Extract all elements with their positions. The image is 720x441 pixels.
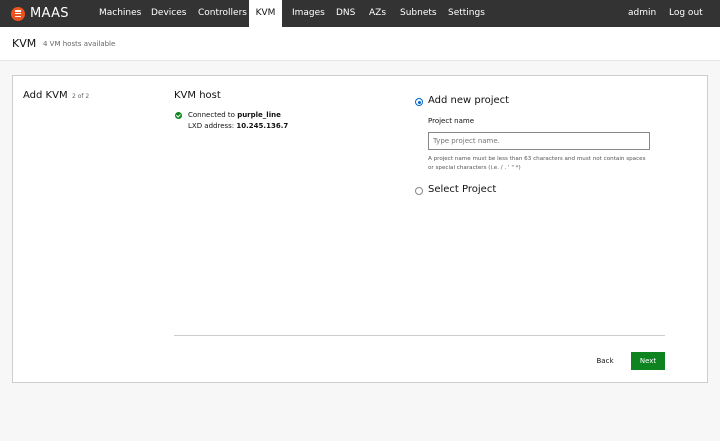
kvm-host-title: KVM host <box>174 90 221 101</box>
connected-host-name: purple_line <box>237 111 281 119</box>
lxd-address-label: LXD address: <box>188 122 235 130</box>
connection-status: Connected to purple_line <box>188 111 281 119</box>
back-button[interactable]: Back <box>591 353 619 369</box>
page-title: KVM <box>12 37 37 50</box>
lxd-address-value: 10.245.136.7 <box>236 122 289 130</box>
connected-prefix: Connected to <box>188 111 235 119</box>
page-header: KVM 4 VM hosts available <box>0 27 720 61</box>
nav-user-admin[interactable]: admin <box>621 0 663 27</box>
nav-logout[interactable]: Log out <box>662 0 710 27</box>
nav-settings[interactable]: Settings <box>441 0 492 27</box>
lxd-address: LXD address: 10.245.136.7 <box>188 122 288 130</box>
select-project-label[interactable]: Select Project <box>428 184 496 195</box>
card-title: Add KVM <box>23 90 68 101</box>
maas-logo[interactable]: MAAS <box>11 6 69 21</box>
add-new-project-radio[interactable] <box>415 98 423 106</box>
add-kvm-card: Add KVM 2 of 2 KVM host Connected to pur… <box>12 75 708 383</box>
nav-kvm[interactable]: KVM <box>249 0 282 27</box>
maas-logo-icon <box>11 6 25 21</box>
top-navbar: MAAS Machines Devices Controllers KVM Im… <box>0 0 720 27</box>
project-name-label: Project name <box>428 117 475 125</box>
nav-images[interactable]: Images <box>285 0 332 27</box>
nav-azs[interactable]: AZs <box>362 0 393 27</box>
select-project-radio[interactable] <box>415 187 423 195</box>
page-subtitle: 4 VM hosts available <box>43 40 116 48</box>
footer-divider <box>174 335 665 336</box>
nav-controllers[interactable]: Controllers <box>191 0 254 27</box>
next-button[interactable]: Next <box>631 352 665 370</box>
logo-text: MAAS <box>30 6 69 21</box>
step-indicator: 2 of 2 <box>72 93 90 100</box>
nav-subnets[interactable]: Subnets <box>393 0 444 27</box>
project-name-input[interactable] <box>428 132 650 150</box>
add-new-project-label[interactable]: Add new project <box>428 95 509 106</box>
nav-machines[interactable]: Machines <box>92 0 148 27</box>
project-name-help-text: A project name must be less than 63 char… <box>428 156 646 171</box>
success-check-icon <box>175 112 182 119</box>
nav-dns[interactable]: DNS <box>329 0 362 27</box>
nav-devices[interactable]: Devices <box>144 0 193 27</box>
